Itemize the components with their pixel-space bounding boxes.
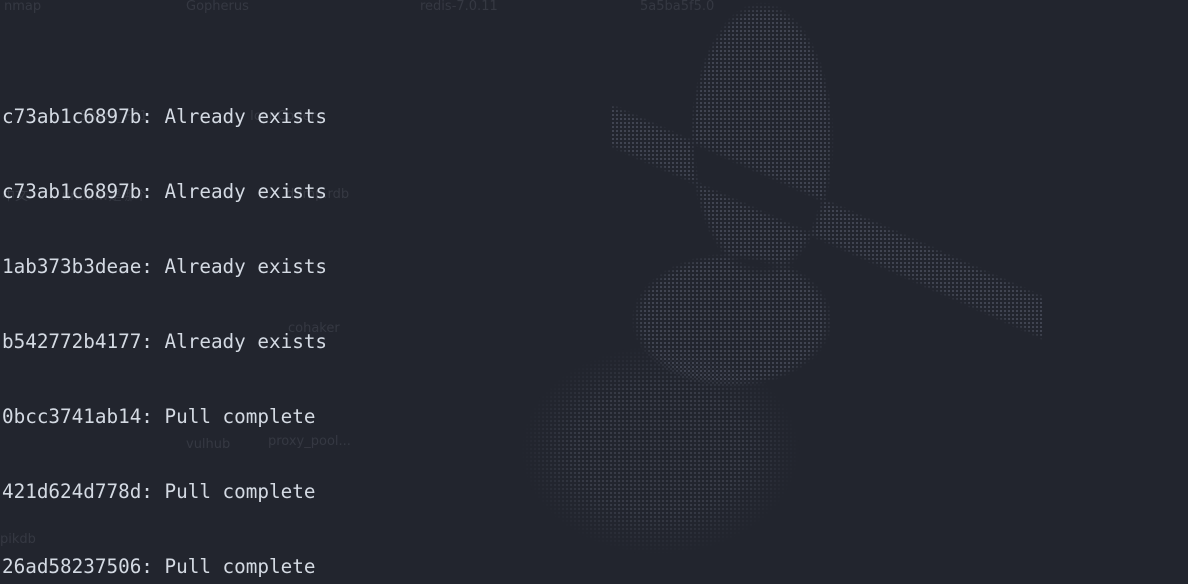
pull-layer-line: c73ab1c6897b: Already exists	[2, 180, 328, 203]
pull-layer-line: 26ad58237506: Pull complete	[2, 555, 316, 578]
terminal-window[interactable]: nmap Gopherus redis-7.0.11 5a5ba5f5.0 中文…	[0, 0, 1188, 584]
terminal-output-buffer[interactable]: c73ab1c6897b: Already exists c73ab1c6897…	[0, 0, 1188, 584]
pull-layer-line: 421d624d778d: Pull complete	[2, 480, 316, 503]
pull-layer-line: 1ab373b3deae: Already exists	[2, 255, 328, 278]
pull-layer-line: 0bcc3741ab14: Pull complete	[2, 405, 316, 428]
pull-layer-line: c73ab1c6897b: Already exists	[2, 105, 328, 128]
pull-layer-line: b542772b4177: Already exists	[2, 330, 328, 353]
